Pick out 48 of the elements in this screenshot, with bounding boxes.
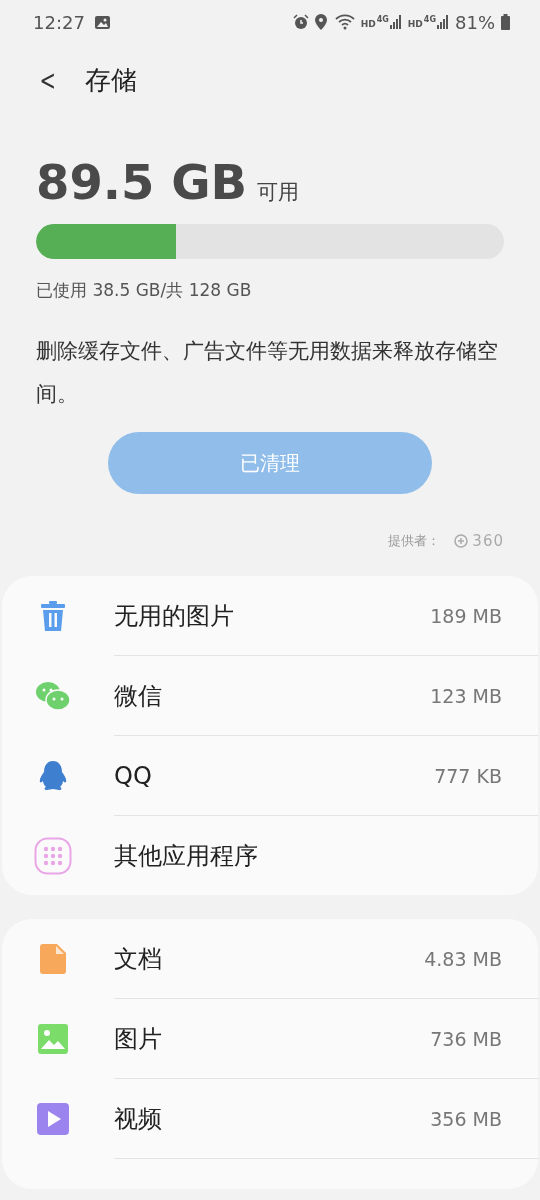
item-name: 其他应用程序	[114, 840, 258, 872]
item-name: 微信	[114, 680, 162, 712]
storage-item[interactable]: 图片 736 MB	[114, 998, 538, 1078]
item-name: 文档	[114, 943, 162, 975]
location-icon	[314, 14, 329, 30]
storage-item[interactable]: 视频 356 MB	[114, 1078, 538, 1158]
storage-item[interactable]: 文档 4.83 MB	[2, 919, 538, 998]
item-size: 123 MB	[430, 684, 502, 707]
alarm-icon	[292, 14, 309, 30]
storage-item[interactable]: 其他应用程序	[114, 815, 538, 895]
back-button[interactable]: <	[39, 63, 56, 97]
chat-icon	[35, 680, 71, 711]
network-type: 4G	[376, 15, 389, 24]
page-title: 存储	[85, 63, 138, 97]
description: 删除缓存文件、广告文件等无用数据来释放存储空间。	[36, 338, 499, 408]
signal-icon	[389, 15, 402, 29]
storage-item[interactable]: QQ 777 KB	[114, 735, 538, 815]
network-type: 4G	[423, 15, 436, 24]
document-icon	[40, 943, 66, 974]
image-icon	[38, 1023, 68, 1054]
image-icon	[94, 15, 110, 29]
item-size: 189 MB	[430, 604, 502, 627]
storage-item[interactable]: 无用的图片 189 MB	[2, 576, 538, 655]
penguin-icon	[39, 760, 67, 791]
provider-label: 提供者：	[388, 532, 441, 550]
item-name: 图片	[114, 1023, 162, 1055]
used-space: 已使用 38.5 GB/共 128 GB	[36, 279, 253, 302]
network-label: HD	[407, 19, 423, 29]
item-name: 无用的图片	[114, 600, 234, 632]
battery-percent: 81%	[455, 11, 495, 33]
item-name: QQ	[114, 761, 152, 790]
network-label: HD	[360, 19, 376, 29]
available-label: 可用	[257, 179, 300, 206]
trash-icon	[40, 600, 66, 631]
available-space: 89.5 GB	[36, 154, 248, 210]
item-size: 356 MB	[430, 1107, 502, 1130]
clock: 12:27	[33, 11, 85, 33]
signal-icon	[437, 15, 449, 29]
item-size: 736 MB	[430, 1027, 502, 1050]
video-icon	[37, 1102, 69, 1135]
storage-item[interactable]: 微信 123 MB	[114, 655, 538, 735]
apps-icon	[34, 836, 72, 875]
provider-logo: 360	[454, 532, 504, 550]
item-size: 4.83 MB	[424, 947, 502, 970]
item-name: 视频	[114, 1103, 162, 1135]
battery-icon	[501, 14, 510, 30]
item-size: 777 KB	[434, 764, 502, 787]
wifi-icon	[334, 14, 355, 30]
